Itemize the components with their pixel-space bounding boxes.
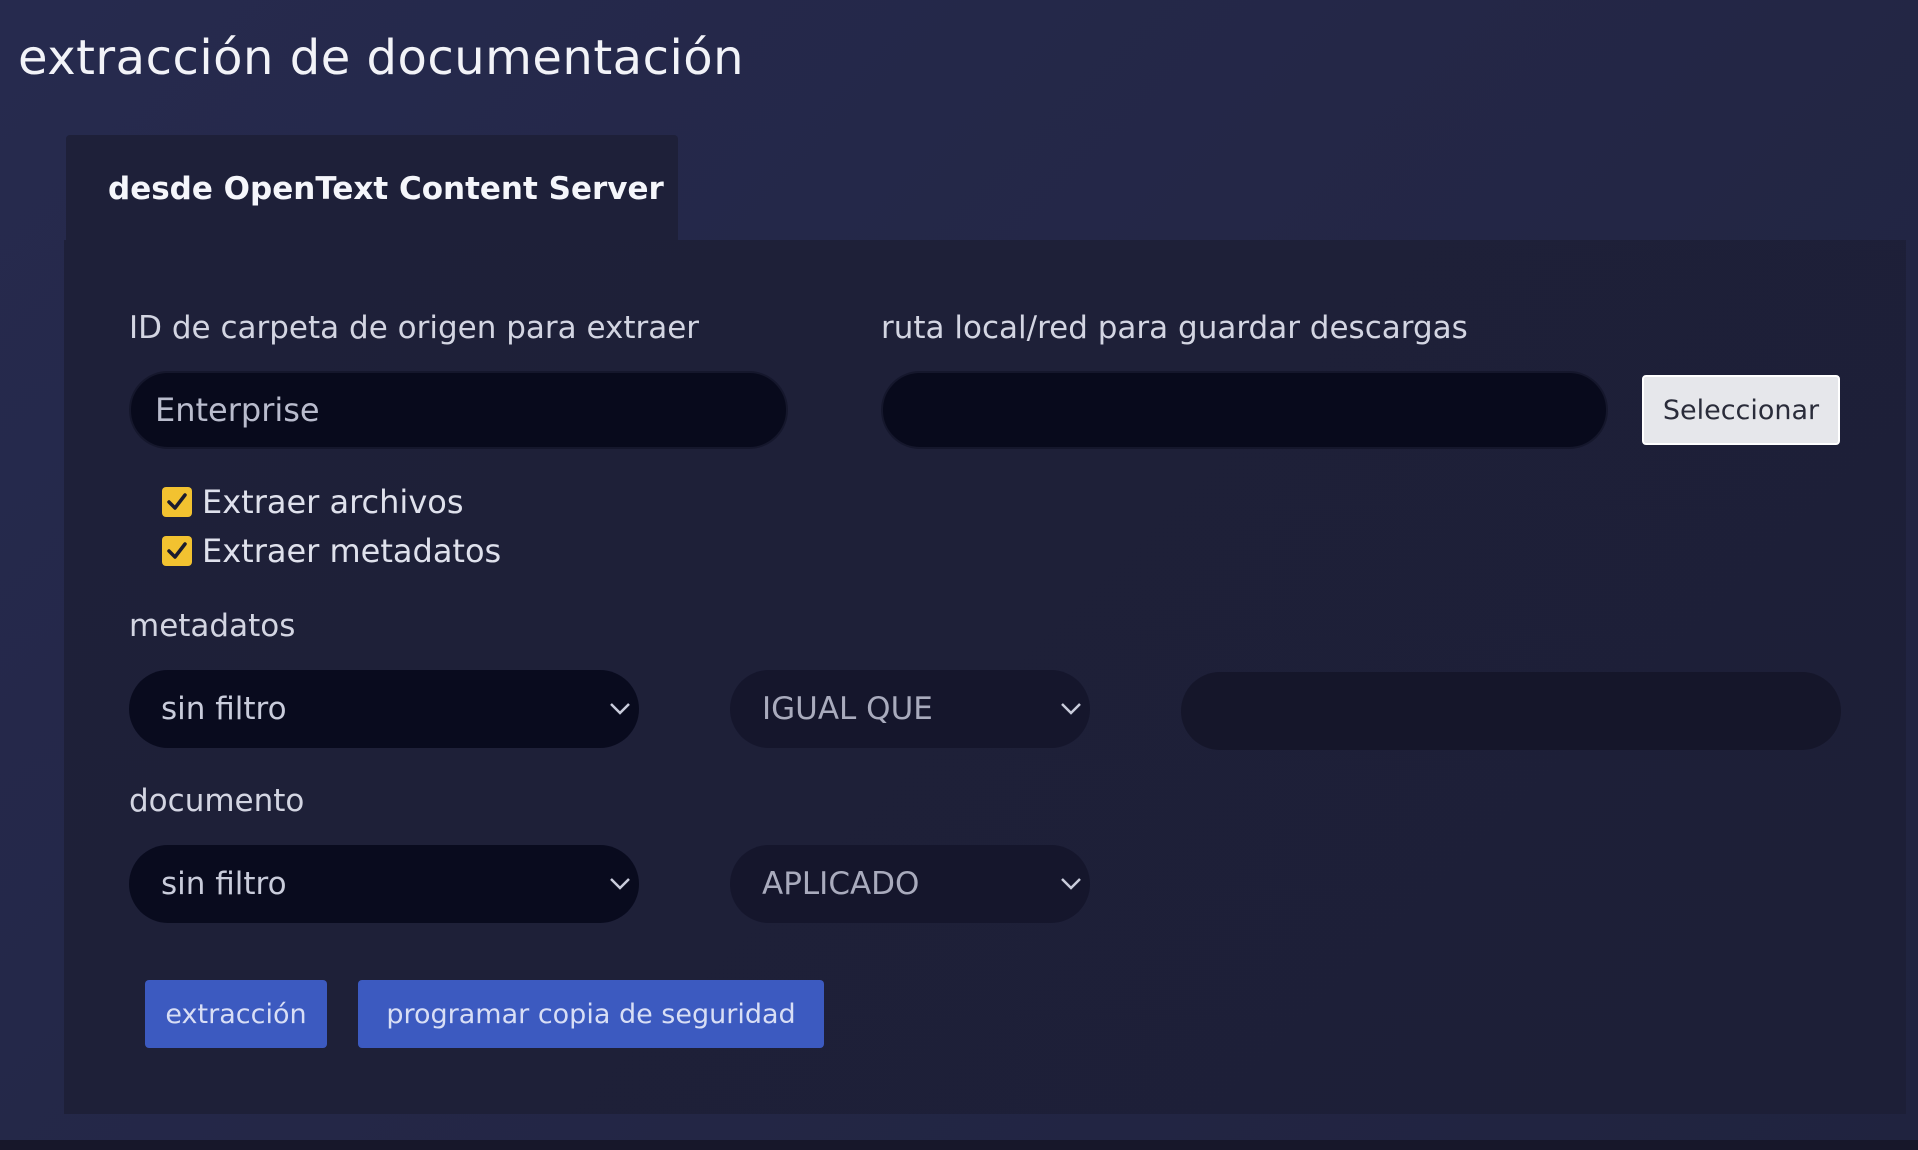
- document-filter-select[interactable]: sin filtro: [129, 845, 639, 923]
- chevron-down-icon: [610, 878, 630, 890]
- page-title: extracción de documentación: [18, 30, 745, 86]
- folder-id-placeholder: Enterprise: [155, 391, 320, 429]
- chevron-down-icon: [1061, 878, 1081, 890]
- chevron-down-icon: [610, 703, 630, 715]
- extract-files-checkbox[interactable]: [162, 487, 192, 517]
- extract-metadata-option[interactable]: Extraer metadatos: [162, 532, 501, 570]
- check-icon: [167, 493, 187, 510]
- document-filter-value: sin filtro: [161, 866, 287, 902]
- chevron-down-icon: [1061, 703, 1081, 715]
- metadata-section-label: metadatos: [129, 608, 296, 644]
- folder-id-input[interactable]: Enterprise: [129, 371, 788, 449]
- document-state-select[interactable]: APLICADO: [730, 845, 1090, 923]
- metadata-value-input[interactable]: [1181, 672, 1841, 750]
- extract-metadata-checkbox[interactable]: [162, 536, 192, 566]
- document-section-label: documento: [129, 783, 305, 819]
- schedule-backup-button[interactable]: programar copia de seguridad: [358, 980, 824, 1048]
- document-state-value: APLICADO: [762, 866, 920, 902]
- metadata-operator-select[interactable]: IGUAL QUE: [730, 670, 1090, 748]
- path-label: ruta local/red para guardar descargas: [881, 310, 1468, 346]
- extract-files-option[interactable]: Extraer archivos: [162, 483, 464, 521]
- extract-button[interactable]: extracción: [145, 980, 327, 1048]
- metadata-operator-value: IGUAL QUE: [762, 691, 933, 727]
- path-input[interactable]: [881, 371, 1608, 449]
- tab-opentext-content-server[interactable]: desde OpenText Content Server: [66, 135, 678, 242]
- bottom-bar: [0, 1140, 1918, 1150]
- extract-files-label: Extraer archivos: [202, 483, 464, 521]
- tab-label: desde OpenText Content Server: [108, 170, 664, 207]
- folder-id-label: ID de carpeta de origen para extraer: [129, 310, 700, 346]
- extract-metadata-label: Extraer metadatos: [202, 532, 502, 570]
- select-folder-button[interactable]: Seleccionar: [1642, 375, 1840, 445]
- check-icon: [167, 542, 187, 559]
- metadata-filter-select[interactable]: sin filtro: [129, 670, 639, 748]
- metadata-filter-value: sin filtro: [161, 691, 287, 727]
